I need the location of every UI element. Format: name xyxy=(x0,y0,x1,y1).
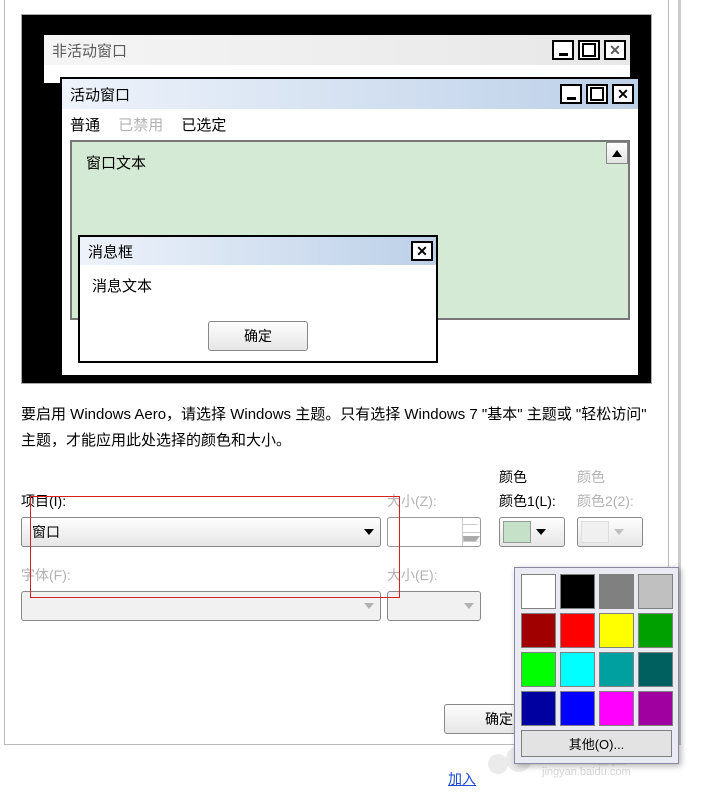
message-box-titlebar: 消息框 ✕ xyxy=(80,237,436,265)
color-swatch[interactable] xyxy=(599,691,634,726)
color-swatch[interactable] xyxy=(521,574,556,609)
close-icon[interactable]: ✕ xyxy=(612,84,634,104)
color-swatch[interactable] xyxy=(599,613,634,648)
sizez-spinner xyxy=(387,517,481,547)
item-label: 项目(I): xyxy=(21,491,381,511)
item-combo-value: 窗口 xyxy=(32,522,364,542)
menu-normal[interactable]: 普通 xyxy=(70,117,100,134)
window-text: 窗口文本 xyxy=(86,155,146,172)
color-grid xyxy=(521,574,672,726)
close-icon[interactable]: ✕ xyxy=(411,241,433,261)
chevron-down-icon xyxy=(614,529,624,535)
sizez-input xyxy=(388,518,462,546)
message-box: 消息框 ✕ 消息文本 确定 xyxy=(78,235,438,363)
color2-label: 颜色2(2): xyxy=(577,491,643,511)
color-swatch[interactable] xyxy=(560,613,595,648)
scroll-up-button[interactable] xyxy=(606,142,628,164)
color-swatch[interactable] xyxy=(560,574,595,609)
spin-up-icon xyxy=(462,518,480,533)
description-text: 要启用 Windows Aero，请选择 Windows 主题。只有选择 Win… xyxy=(21,402,652,453)
message-box-title: 消息框 xyxy=(88,241,407,262)
minimize-icon[interactable] xyxy=(560,84,582,104)
font-label: 字体(F): xyxy=(21,565,381,585)
sizee-combo xyxy=(387,591,481,621)
maximize-icon[interactable] xyxy=(578,40,600,60)
sizee-label: 大小(E): xyxy=(387,565,481,585)
color-swatch[interactable] xyxy=(521,652,556,687)
color-header-2: 颜色 xyxy=(577,467,643,487)
color-swatch[interactable] xyxy=(521,613,556,648)
preview-pane: 非活动窗口 ✕ 活动窗口 ✕ 普通 已禁用 已选定 窗口文本 xyxy=(21,14,652,384)
color-swatch[interactable] xyxy=(560,652,595,687)
chevron-down-icon xyxy=(464,603,474,609)
chevron-down-icon xyxy=(536,529,546,535)
color-swatch[interactable] xyxy=(638,691,673,726)
join-link[interactable]: 加入 xyxy=(448,769,476,789)
color-swatch[interactable] xyxy=(521,691,556,726)
active-title-text: 活动窗口 xyxy=(70,84,556,105)
color-swatch[interactable] xyxy=(599,652,634,687)
message-button-row: 确定 xyxy=(80,315,436,361)
color-swatch[interactable] xyxy=(638,613,673,648)
watermark-url: jingyan.baidu.com xyxy=(542,766,631,778)
menubar: 普通 已禁用 已选定 xyxy=(62,109,638,140)
item-combo[interactable]: 窗口 xyxy=(21,517,381,547)
close-icon[interactable]: ✕ xyxy=(604,40,626,60)
message-body: 消息文本 xyxy=(80,265,436,315)
menu-disabled: 已禁用 xyxy=(118,117,163,134)
inactive-title-text: 非活动窗口 xyxy=(52,40,548,61)
menu-selected[interactable]: 已选定 xyxy=(181,117,226,134)
active-titlebar: 活动窗口 ✕ xyxy=(62,79,638,109)
font-combo xyxy=(21,591,381,621)
color-swatch[interactable] xyxy=(638,652,673,687)
color-swatch[interactable] xyxy=(599,574,634,609)
sizez-label: 大小(Z): xyxy=(387,491,481,511)
color-header-1: 颜色 xyxy=(499,467,565,487)
color-swatch[interactable] xyxy=(638,574,673,609)
inactive-titlebar: 非活动窗口 ✕ xyxy=(44,35,630,65)
color1-swatch xyxy=(503,521,531,543)
color-swatch[interactable] xyxy=(560,691,595,726)
spin-down-icon xyxy=(462,533,480,547)
color2-combo xyxy=(577,517,643,547)
chevron-down-icon xyxy=(364,603,374,609)
color1-combo[interactable] xyxy=(499,517,565,547)
inactive-window: 非活动窗口 ✕ xyxy=(42,33,632,83)
chevron-down-icon xyxy=(364,529,374,535)
ok-button[interactable]: 确定 xyxy=(208,321,308,351)
maximize-icon[interactable] xyxy=(586,84,608,104)
other-color-button[interactable]: 其他(O)... xyxy=(521,730,672,757)
color1-label: 颜色1(L): xyxy=(499,491,565,511)
minimize-icon[interactable] xyxy=(552,40,574,60)
color2-swatch xyxy=(581,521,609,543)
color-popup[interactable]: 其他(O)... xyxy=(514,567,679,764)
